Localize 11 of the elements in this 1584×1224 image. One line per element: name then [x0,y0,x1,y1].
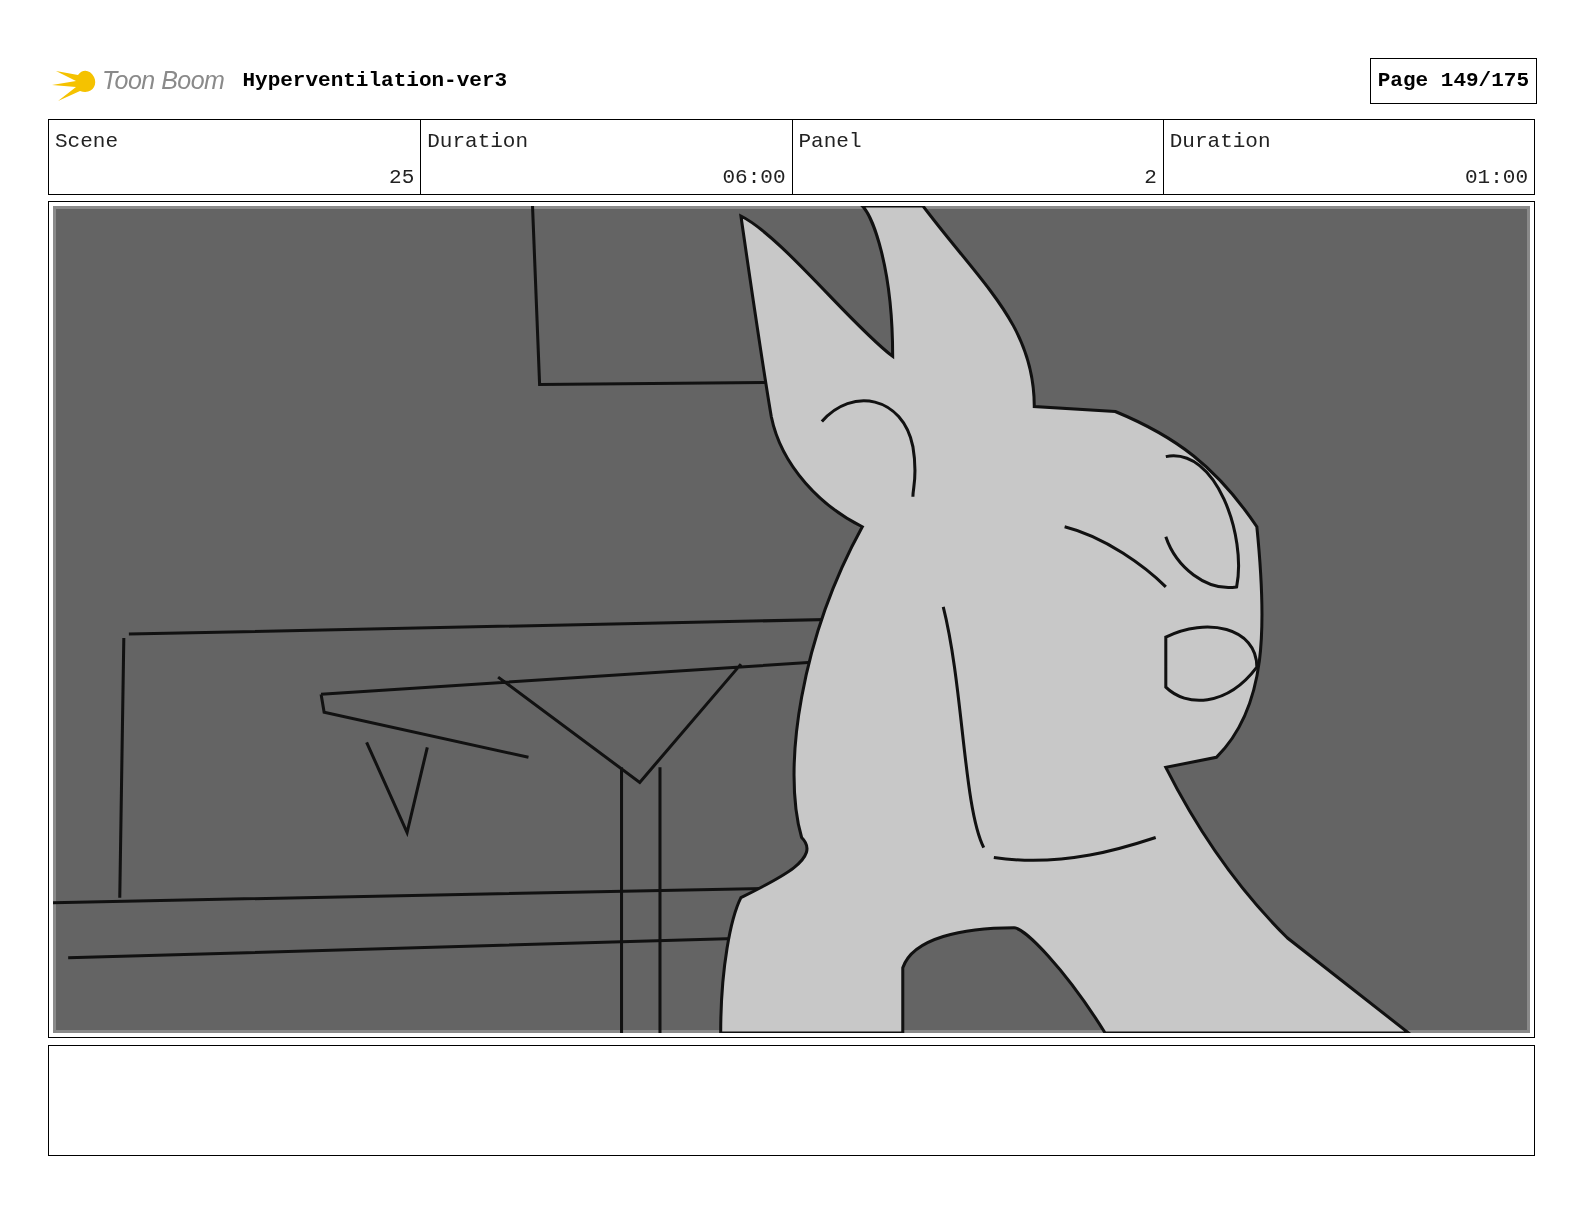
table-cell-text: 2 [1144,164,1157,191]
table-cell-text: 25 [389,164,415,191]
column-header: Duration [427,129,529,155]
logo-text: Toon Boom [102,65,225,97]
column-header: Duration [1169,129,1271,155]
table-cell-text: 06:00 [722,164,786,191]
page-number: Page 149/175 [1369,58,1537,104]
project-title: Hyperventilation-ver3 [242,68,508,95]
table-cell-text: 01:00 [1465,164,1528,191]
column-header: Scene [55,129,118,155]
column-header: Panel [798,129,862,155]
